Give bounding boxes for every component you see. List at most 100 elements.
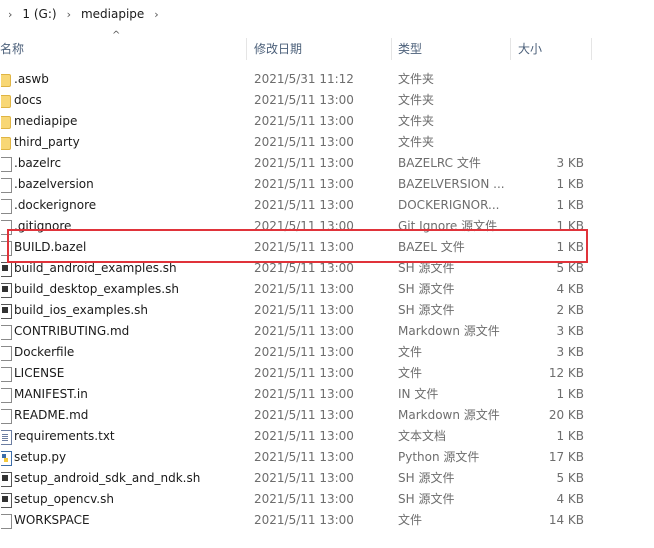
file-row[interactable]: .bazelversion 2021/5/11 13:00 BAZELVERSION…: [0, 174, 654, 195]
file-row[interactable]: LICENSE 2021/5/11 13:00 文件 12 KB: [0, 363, 654, 384]
file-row[interactable]: MANIFEST.in 2021/5/11 13:00 IN 文件 1 KB: [0, 384, 654, 405]
chevron-right-icon[interactable]: ›: [154, 8, 158, 21]
file-name: .bazelrc: [14, 156, 62, 170]
file-row[interactable]: CONTRIBUTING.md 2021/5/11 13:00 Markdown 源…: [0, 321, 654, 342]
file-name: setup_opencv.sh: [14, 492, 114, 506]
breadcrumb-item-drive[interactable]: 1 (G:): [22, 7, 56, 21]
file-name: LICENSE: [14, 366, 65, 380]
file-type: BAZEL 文件: [398, 240, 465, 254]
column-divider[interactable]: [591, 38, 592, 60]
script-icon: [1, 262, 12, 277]
file-type: Markdown 源文件: [398, 408, 500, 422]
file-row[interactable]: .gitignore 2021/5/11 13:00 Git Ignore 源文件 1…: [0, 216, 654, 237]
file-type: Markdown 源文件: [398, 324, 500, 338]
file-row[interactable]: BUILD.bazel 2021/5/11 13:00 BAZEL 文件 1 KB: [0, 237, 654, 258]
file-size: 5 KB: [556, 471, 584, 485]
file-row[interactable]: Dockerfile 2021/5/11 13:00 文件 3 KB: [0, 342, 654, 363]
file-type: 文件: [398, 366, 423, 380]
file-size: 1 KB: [556, 219, 584, 233]
file-modified-date: 2021/5/11 13:00: [254, 282, 354, 296]
file-size: 4 KB: [556, 492, 584, 506]
file-type: 文件: [398, 345, 423, 359]
column-header-type[interactable]: 类型: [398, 36, 422, 62]
file-icon: [1, 199, 12, 214]
file-modified-date: 2021/5/11 13:00: [254, 324, 354, 338]
file-row[interactable]: setup_opencv.sh 2021/5/11 13:00 SH 源文件 4 KB: [0, 489, 654, 510]
file-type: 文件夹: [398, 93, 435, 107]
file-type: SH 源文件: [398, 282, 455, 296]
file-size: 1 KB: [556, 387, 584, 401]
file-size: 20 KB: [548, 408, 584, 422]
file-modified-date: 2021/5/11 13:00: [254, 408, 354, 422]
folder-icon: [1, 137, 11, 150]
file-type: SH 源文件: [398, 471, 455, 485]
file-modified-date: 2021/5/11 13:00: [254, 240, 354, 254]
file-row[interactable]: .dockerignore 2021/5/11 13:00 DOCKERIGNOR.…: [0, 195, 654, 216]
file-modified-date: 2021/5/11 13:00: [254, 135, 354, 149]
file-name: setup_android_sdk_and_ndk.sh: [14, 471, 201, 485]
file-row[interactable]: WORKSPACE 2021/5/11 13:00 文件 14 KB: [0, 510, 654, 531]
file-modified-date: 2021/5/11 13:00: [254, 492, 354, 506]
file-modified-date: 2021/5/11 13:00: [254, 303, 354, 317]
breadcrumb: › 1 (G:) › mediapipe ›: [0, 0, 654, 28]
file-row[interactable]: build_android_examples.sh 2021/5/11 13:00…: [0, 258, 654, 279]
file-name: README.md: [14, 408, 89, 422]
file-row[interactable]: .bazelrc 2021/5/11 13:00 BAZELRC 文件 3 KB: [0, 153, 654, 174]
file-modified-date: 2021/5/11 13:00: [254, 198, 354, 212]
file-row[interactable]: mediapipe 2021/5/11 13:00 文件夹: [0, 111, 654, 132]
chevron-right-icon[interactable]: ›: [8, 8, 12, 21]
file-row[interactable]: third_party 2021/5/11 13:00 文件夹: [0, 132, 654, 153]
script-icon: [1, 493, 12, 508]
file-row[interactable]: build_ios_examples.sh 2021/5/11 13:00 SH 源…: [0, 300, 654, 321]
file-icon: [1, 514, 12, 529]
column-divider[interactable]: [510, 38, 511, 60]
file-modified-date: 2021/5/11 13:00: [254, 93, 354, 107]
file-modified-date: 2021/5/11 13:00: [254, 429, 354, 443]
file-size: 1 KB: [556, 198, 584, 212]
file-modified-date: 2021/5/11 13:00: [254, 177, 354, 191]
file-row[interactable]: requirements.txt 2021/5/11 13:00 文本文档 1 KB: [0, 426, 654, 447]
file-size: 3 KB: [556, 345, 584, 359]
folder-icon: [1, 74, 11, 87]
file-icon: [1, 157, 12, 172]
file-name: CONTRIBUTING.md: [14, 324, 130, 338]
file-row[interactable]: .aswb 2021/5/31 11:12 文件夹: [0, 69, 654, 90]
column-header-name[interactable]: 名称: [0, 36, 24, 62]
file-icon: [1, 409, 12, 424]
file-name: .gitignore: [14, 219, 72, 233]
file-row[interactable]: build_desktop_examples.sh 2021/5/11 13:00…: [0, 279, 654, 300]
column-header-date[interactable]: 修改日期: [254, 36, 302, 62]
file-modified-date: 2021/5/11 13:00: [254, 366, 354, 380]
file-row[interactable]: setup_android_sdk_and_ndk.sh 2021/5/11 13…: [0, 468, 654, 489]
column-header-size[interactable]: 大小: [518, 36, 542, 62]
file-size: 17 KB: [548, 450, 584, 464]
breadcrumb-item-folder[interactable]: mediapipe: [81, 7, 144, 21]
file-name: docs: [14, 93, 42, 107]
file-modified-date: 2021/5/31 11:12: [254, 72, 354, 86]
file-icon: [1, 388, 12, 403]
file-row[interactable]: setup.py 2021/5/11 13:00 Python 源文件 17 KB: [0, 447, 654, 468]
file-type: IN 文件: [398, 387, 439, 401]
file-size: 1 KB: [556, 240, 584, 254]
python-icon: [1, 451, 12, 466]
file-modified-date: 2021/5/11 13:00: [254, 261, 354, 275]
file-name: build_desktop_examples.sh: [14, 282, 179, 296]
chevron-right-icon[interactable]: ›: [67, 8, 71, 21]
file-size: 3 KB: [556, 324, 584, 338]
file-modified-date: 2021/5/11 13:00: [254, 345, 354, 359]
file-type: SH 源文件: [398, 492, 455, 506]
file-icon: [1, 220, 12, 235]
file-name: .dockerignore: [14, 198, 97, 212]
file-type: BAZELVERSION ...: [398, 177, 505, 191]
column-divider[interactable]: [391, 38, 392, 60]
file-modified-date: 2021/5/11 13:00: [254, 387, 354, 401]
file-size: 1 KB: [556, 429, 584, 443]
file-name: requirements.txt: [14, 429, 115, 443]
file-row[interactable]: docs 2021/5/11 13:00 文件夹: [0, 90, 654, 111]
column-divider[interactable]: [246, 38, 247, 60]
file-modified-date: 2021/5/11 13:00: [254, 471, 354, 485]
file-size: 12 KB: [548, 366, 584, 380]
file-type: 文本文档: [398, 429, 447, 443]
file-row[interactable]: README.md 2021/5/11 13:00 Markdown 源文件 20 K…: [0, 405, 654, 426]
script-icon: [1, 304, 12, 319]
